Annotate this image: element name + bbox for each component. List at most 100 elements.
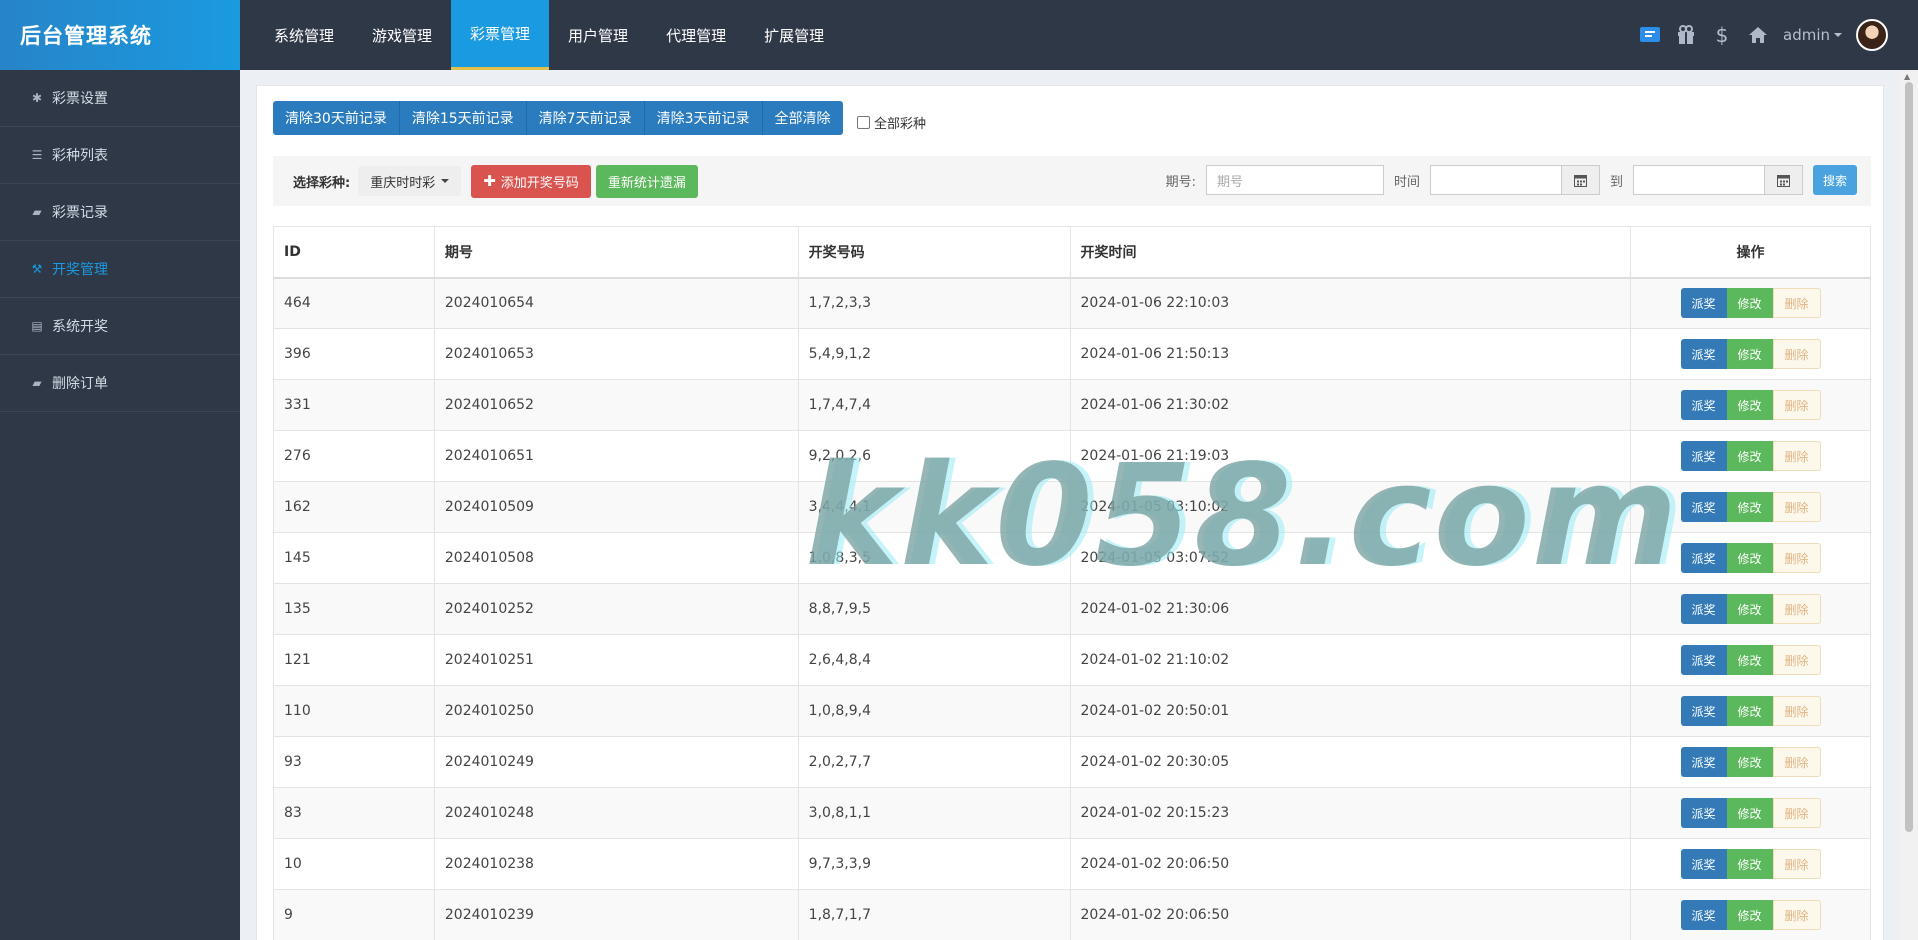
cell-time: 2024-01-06 21:50:13	[1069, 328, 1632, 380]
edit-button[interactable]: 修改	[1726, 390, 1773, 420]
top-nav: 系统管理 游戏管理 彩票管理 用户管理 代理管理 扩展管理	[240, 0, 843, 70]
row-action-group: 派奖 修改 删除	[1680, 492, 1821, 522]
checkbox-box[interactable]	[857, 116, 870, 129]
edit-button[interactable]: 修改	[1726, 798, 1773, 828]
delete-button[interactable]: 删除	[1772, 492, 1821, 522]
payout-button[interactable]: 派奖	[1680, 747, 1727, 777]
row-action-group: 派奖 修改 删除	[1680, 747, 1821, 777]
search-button[interactable]: 搜索	[1812, 165, 1857, 195]
payout-button[interactable]: 派奖	[1680, 390, 1727, 420]
edit-button[interactable]: 修改	[1726, 900, 1773, 930]
delete-button[interactable]: 删除	[1772, 543, 1821, 573]
list-icon: ☰	[31, 148, 43, 162]
clear-30-days-button[interactable]: 清除30天前记录	[273, 101, 400, 135]
delete-button[interactable]: 删除	[1772, 645, 1821, 675]
payout-button[interactable]: 派奖	[1680, 900, 1727, 930]
cell-numbers: 8,8,7,9,5	[797, 583, 1071, 635]
payout-button[interactable]: 派奖	[1680, 492, 1727, 522]
topnav-agent[interactable]: 代理管理	[647, 0, 745, 70]
gift-icon[interactable]	[1675, 24, 1697, 46]
col-header-time: 开奖时间	[1069, 226, 1632, 279]
delete-button[interactable]: 删除	[1772, 594, 1821, 624]
clear-records-group: 清除30天前记录 清除15天前记录 清除7天前记录 清除3天前记录 全部清除	[273, 101, 843, 135]
home-icon[interactable]	[1747, 24, 1769, 46]
page-scrollbar[interactable]: ▲	[1900, 70, 1918, 940]
clear-15-days-button[interactable]: 清除15天前记录	[399, 101, 527, 135]
topnav-user[interactable]: 用户管理	[549, 0, 647, 70]
topnav-system[interactable]: 系统管理	[255, 0, 353, 70]
delete-button[interactable]: 删除	[1772, 900, 1821, 930]
payout-button[interactable]: 派奖	[1680, 798, 1727, 828]
sidebar-item-draw-management[interactable]: ⚒ 开奖管理	[0, 241, 240, 298]
payout-button[interactable]: 派奖	[1680, 594, 1727, 624]
add-draw-number-button[interactable]: ✚ 添加开奖号码	[471, 164, 591, 198]
scroll-up-arrow-icon[interactable]: ▲	[1904, 72, 1910, 81]
delete-button[interactable]: 删除	[1772, 747, 1821, 777]
payout-button[interactable]: 派奖	[1680, 543, 1727, 573]
cell-time: 2024-01-05 03:07:52	[1069, 532, 1632, 584]
payout-button[interactable]: 派奖	[1680, 441, 1727, 471]
cell-numbers: 1,7,2,3,3	[797, 277, 1071, 329]
sidebar-item-lottery-types[interactable]: ☰ 彩种列表	[0, 127, 240, 184]
cell-issue: 2024010508	[433, 532, 799, 584]
edit-button[interactable]: 修改	[1726, 441, 1773, 471]
cell-issue: 2024010249	[433, 736, 799, 788]
edit-button[interactable]: 修改	[1726, 594, 1773, 624]
edit-button[interactable]: 修改	[1726, 288, 1773, 319]
edit-button[interactable]: 修改	[1726, 492, 1773, 522]
edit-button[interactable]: 修改	[1726, 849, 1773, 879]
edit-button[interactable]: 修改	[1726, 339, 1773, 369]
cell-issue: 2024010250	[433, 685, 799, 737]
start-date-input[interactable]	[1429, 165, 1562, 195]
user-menu[interactable]: admin	[1783, 26, 1842, 44]
delete-button[interactable]: 删除	[1772, 390, 1821, 420]
issue-input[interactable]: 期号	[1205, 165, 1384, 195]
cell-time: 2024-01-02 20:15:23	[1069, 787, 1632, 839]
dollar-icon[interactable]: $	[1711, 23, 1733, 47]
topnav-game[interactable]: 游戏管理	[353, 0, 451, 70]
delete-button[interactable]: 删除	[1772, 441, 1821, 471]
brand-logo[interactable]: 后台管理系统	[0, 0, 240, 70]
sidebar-item-system-draw[interactable]: ▤ 系统开奖	[0, 298, 240, 355]
sidebar-item-delete-orders[interactable]: ▰ 删除订单	[0, 355, 240, 412]
delete-button[interactable]: 删除	[1772, 339, 1821, 369]
clear-7-days-button[interactable]: 清除7天前记录	[526, 101, 645, 135]
draw-results-table: ID 期号 开奖号码 开奖时间 操作 464 2024010654 1,7,2,3,…	[273, 226, 1871, 940]
card-icon: ▤	[31, 319, 43, 333]
cell-issue: 2024010651	[433, 430, 799, 482]
avatar[interactable]	[1856, 19, 1888, 51]
start-date-picker	[1429, 165, 1600, 195]
payout-button[interactable]: 派奖	[1680, 339, 1727, 369]
payout-button[interactable]: 派奖	[1680, 849, 1727, 879]
scroll-thumb[interactable]	[1905, 82, 1913, 832]
recount-missing-button[interactable]: 重新统计遗漏	[595, 164, 698, 198]
calendar-icon[interactable]	[1561, 165, 1600, 195]
topnav-extend[interactable]: 扩展管理	[745, 0, 843, 70]
topnav-lottery[interactable]: 彩票管理	[451, 0, 550, 70]
delete-button[interactable]: 删除	[1772, 849, 1821, 879]
sidebar-item-lottery-records[interactable]: ▰ 彩票记录	[0, 184, 240, 241]
edit-button[interactable]: 修改	[1726, 543, 1773, 573]
cell-numbers: 1,8,7,1,7	[797, 889, 1071, 940]
all-types-checkbox[interactable]: 全部彩种	[857, 113, 926, 132]
lottery-type-dropdown[interactable]: 重庆时时彩	[358, 166, 462, 196]
delete-button[interactable]: 删除	[1772, 798, 1821, 828]
payout-button[interactable]: 派奖	[1680, 288, 1727, 319]
payout-button[interactable]: 派奖	[1680, 645, 1727, 675]
chat-icon[interactable]	[1639, 24, 1661, 46]
payout-button[interactable]: 派奖	[1680, 696, 1727, 726]
calendar-icon[interactable]	[1764, 165, 1803, 195]
cell-actions: 派奖 修改 删除	[1630, 685, 1871, 737]
edit-button[interactable]: 修改	[1726, 747, 1773, 777]
edit-button[interactable]: 修改	[1726, 696, 1773, 726]
clear-all-button[interactable]: 全部清除	[762, 101, 843, 135]
table-row: 83 2024010248 3,0,8,1,1 2024-01-02 20:15:23…	[273, 787, 1871, 839]
cell-id: 135	[273, 583, 435, 635]
sidebar-item-lottery-settings[interactable]: ✱ 彩票设置	[0, 70, 240, 127]
end-date-input[interactable]	[1632, 165, 1765, 195]
delete-button[interactable]: 删除	[1772, 288, 1821, 319]
sidebar-item-label: 彩票设置	[52, 91, 108, 107]
delete-button[interactable]: 删除	[1772, 696, 1821, 726]
clear-3-days-button[interactable]: 清除3天前记录	[644, 101, 763, 135]
edit-button[interactable]: 修改	[1726, 645, 1773, 675]
